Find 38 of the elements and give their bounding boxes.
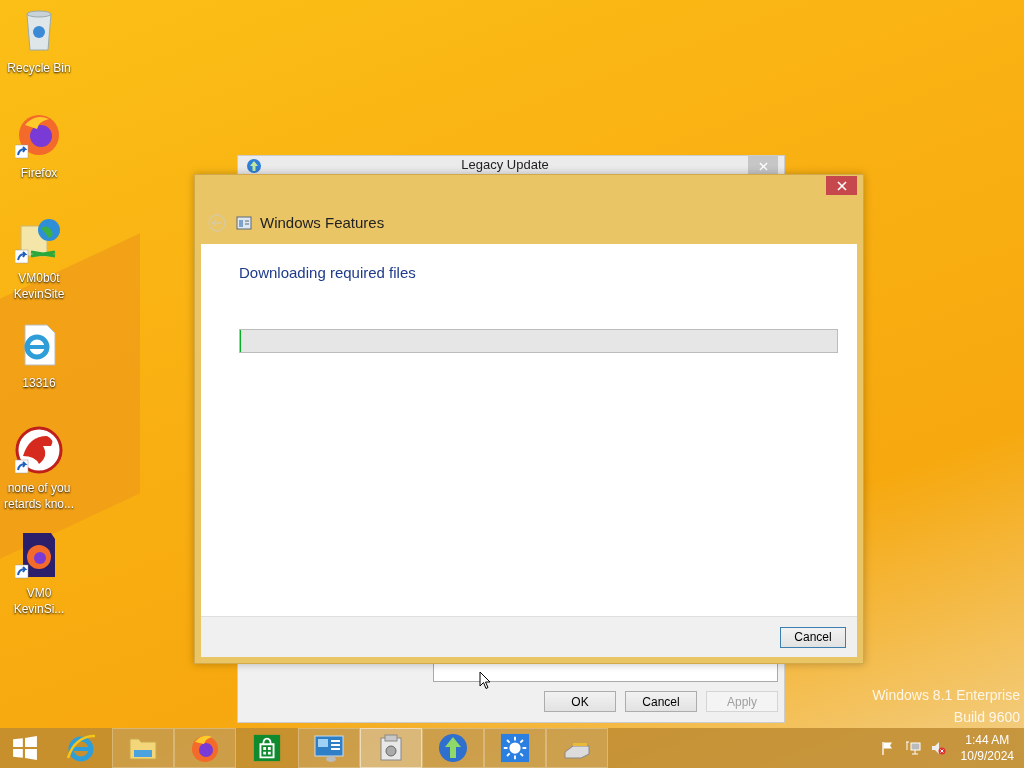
sun-icon [500,733,530,763]
clock-time: 1:44 AM [965,732,1010,748]
mouse-cursor-icon [479,671,491,690]
taskbar-app-button[interactable] [112,728,174,768]
window-title: Legacy Update [460,156,550,173]
shopping-bag-icon [252,733,282,763]
desktop-icon-label[interactable]: 13316 [1,375,77,391]
network-icon[interactable] [904,740,921,756]
desktop-icon-label[interactable]: VM0 KevinSi... [1,585,77,617]
watermark-text: Windows 8.1 Enterprise [872,686,1020,705]
muted-speaker-icon[interactable] [929,740,946,756]
taskbar-app-button[interactable] [360,728,422,768]
windows-logo-icon [12,735,38,761]
dialog-button[interactable]: OK [544,691,616,712]
desktop-icon-label[interactable]: Firefox [1,165,77,181]
browser-icon [65,732,97,764]
clock-date: 10/9/2024 [960,748,1014,764]
taskbar-app-button[interactable] [422,728,484,768]
desktop-icon-label[interactable]: Recycle Bin [1,60,77,76]
close-icon [836,180,847,191]
watermark-text: Build 9600 [953,708,1020,727]
window-title: Windows Features [260,214,385,231]
taskbar-app-button[interactable] [298,728,360,768]
status-heading: Downloading required files [239,264,417,281]
globe-folder-icon[interactable] [15,216,63,264]
close-icon [758,161,768,171]
monitor-icon [313,732,345,764]
taskbar-app-button[interactable] [174,728,236,768]
clock[interactable]: 1:44 AM 10/9/2024 [954,732,1024,764]
desktop-icon-label[interactable]: none of you retards kno... [1,480,77,512]
close-button[interactable] [826,176,857,195]
window-list-icon [236,214,252,231]
taskbar-app-button[interactable] [546,728,608,768]
dialog-button[interactable]: Cancel [625,691,697,712]
taskbar-app-button[interactable] [484,728,546,768]
cancel-button[interactable]: Cancel [780,626,846,648]
desktop-icon-label[interactable]: VM0b0t KevinSite [1,270,77,302]
close-button[interactable] [748,156,778,176]
